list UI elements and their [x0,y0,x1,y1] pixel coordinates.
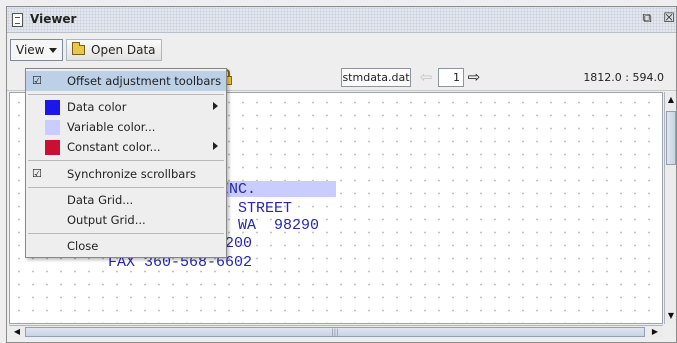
menu-item-offset-adjustment-toolbars[interactable]: ☑ Offset adjustment toolbars [26,71,226,91]
menu-item-label: Output Grid... [67,213,146,227]
vertical-scrollbar[interactable]: ▲ ▼ [664,92,676,324]
checkmark-icon: ☑ [32,74,42,87]
restore-icon[interactable]: ⧉ [640,12,654,26]
title-bar[interactable]: Viewer ⧉ ☒ [7,7,676,33]
view-menu-label: View [16,43,45,57]
menu-item-variable-color[interactable]: Variable color... [26,117,226,137]
horizontal-scrollbar[interactable]: ◀ ||| ▶ [9,325,663,338]
menu-separator [28,233,224,234]
open-data-button[interactable]: Open Data [66,39,162,61]
menu-item-output-grid[interactable]: Output Grid... [26,210,226,230]
viewer-window: Viewer ⧉ ☒ View Open Data stmdata.dat ⇦ … [6,6,677,343]
view-menu-button[interactable]: View [10,39,64,61]
close-icon[interactable]: ☒ [662,12,676,26]
coordinates-readout: 1812.0 : 594.0 [583,71,664,84]
menu-item-label: Data color [67,100,127,114]
next-page-icon[interactable]: ⇨ [465,69,483,85]
previous-page-icon[interactable]: ⇦ [417,69,435,85]
scroll-right-icon[interactable]: ▶ [649,326,661,338]
menu-item-label: Variable color... [67,120,156,134]
scroll-left-icon[interactable]: ◀ [11,326,23,338]
constant-color-swatch [45,140,60,155]
data-line: WA 98290 [238,217,320,234]
menu-item-synchronize-scrollbars[interactable]: ☑ Synchronize scrollbars [26,164,226,184]
vertical-scroll-thumb[interactable] [666,111,676,165]
scroll-up-icon[interactable]: ▲ [665,94,676,106]
menu-item-label: Offset adjustment toolbars [67,74,222,88]
window-title: Viewer [30,12,77,26]
menu-item-close[interactable]: Close [26,236,226,256]
menu-item-data-color[interactable]: Data color [26,97,226,117]
folder-icon [72,42,85,55]
menu-separator [28,94,224,95]
view-dropdown-menu: ☑ Offset adjustment toolbars Data color … [25,68,227,258]
chevron-down-icon [49,47,58,53]
file-name-field[interactable]: stmdata.dat [341,68,411,87]
menu-separator [28,160,224,161]
menu-item-data-grid[interactable]: Data Grid... [26,190,226,210]
page-number-input[interactable]: 1 [438,68,464,87]
data-color-swatch [45,100,60,115]
menu-separator [28,187,224,188]
menu-item-constant-color[interactable]: Constant color... [26,137,226,157]
menu-item-label: Data Grid... [67,193,134,207]
menu-item-label: Constant color... [67,140,161,154]
horizontal-scroll-thumb[interactable]: ||| [25,327,645,337]
data-line: STREET [238,200,293,217]
submenu-arrow-icon [213,102,218,110]
menu-item-label: Synchronize scrollbars [67,167,197,181]
scroll-down-icon[interactable]: ▼ [665,310,676,322]
menu-bar: View Open Data [7,34,676,64]
submenu-arrow-icon [213,142,218,150]
open-data-label: Open Data [91,43,156,57]
menu-item-label: Close [67,239,99,253]
document-icon [12,13,23,27]
checkmark-icon: ☑ [32,167,42,180]
variable-color-swatch [45,120,60,135]
